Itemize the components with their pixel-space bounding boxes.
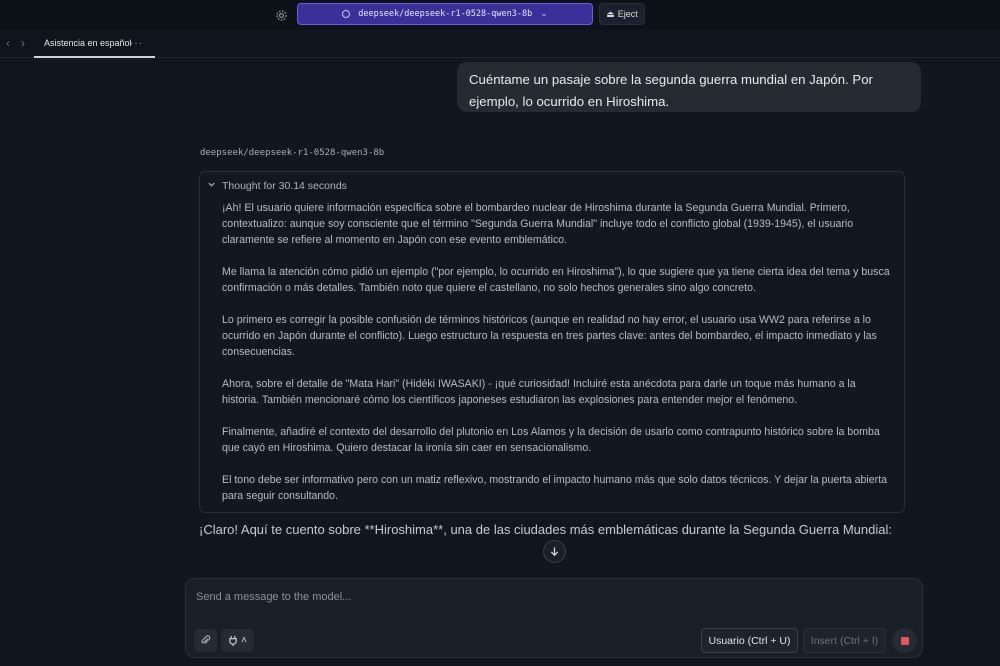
- user-message: Cuéntame un pasaje sobre la segunda guer…: [457, 62, 921, 112]
- thought-paragraph: El tono debe ser informativo pero con un…: [222, 474, 888, 502]
- thought-toggle[interactable]: Thought for 30.14 seconds: [207, 180, 347, 192]
- eject-button[interactable]: ⏏ Eject: [599, 3, 645, 25]
- chevron-down-icon: ⌄: [540, 9, 548, 19]
- thought-paragraph: ¡Ah! El usuario quiere información espec…: [222, 202, 854, 246]
- integrations-button[interactable]: ˄: [221, 629, 254, 652]
- stop-button[interactable]: [892, 628, 917, 653]
- attach-button[interactable]: [194, 629, 217, 652]
- chevron-right-icon[interactable]: ›: [21, 36, 25, 50]
- tab-asistencia[interactable]: Asistencia en español ···: [34, 30, 155, 58]
- message-input[interactable]: [196, 587, 896, 607]
- thought-paragraph: Lo primero es corregir la posible confus…: [222, 314, 877, 358]
- model-selector[interactable]: deepseek/deepseek-r1-0528-qwen3-8b ⌄: [297, 3, 593, 25]
- assistant-model-name: deepseek/deepseek-r1-0528-qwen3-8b: [200, 148, 385, 158]
- stop-icon: [900, 636, 909, 645]
- more-icon[interactable]: ···: [130, 38, 143, 49]
- tab-bar: ‹ › Asistencia en español ···: [0, 30, 1000, 58]
- plug-icon: [229, 635, 237, 646]
- thought-panel: Thought for 30.14 seconds ¡Ah! El usuari…: [199, 171, 905, 513]
- paperclip-icon: [201, 635, 211, 644]
- thought-header-label: Thought for 30.14 seconds: [222, 180, 347, 192]
- thought-paragraph: Ahora, sobre el detalle de "Mata Hari" (…: [222, 378, 856, 406]
- thought-body: ¡Ah! El usuario quiere información espec…: [222, 200, 894, 520]
- gear-icon[interactable]: [272, 6, 290, 24]
- thought-paragraph: Me llama la atención cómo pidió un ejemp…: [222, 266, 890, 294]
- chevron-left-icon[interactable]: ‹: [6, 36, 10, 50]
- eject-label: Eject: [617, 9, 638, 19]
- tab-label: Asistencia en español: [44, 38, 132, 48]
- thought-paragraph: Finalmente, añadiré el contexto del desa…: [222, 426, 880, 454]
- chevron-up-icon: ˄: [241, 635, 247, 646]
- scroll-fade: [0, 545, 1000, 575]
- model-icon: [342, 10, 351, 18]
- usuario-button[interactable]: Usuario (Ctrl + U): [701, 628, 798, 653]
- chevron-down-icon: [207, 180, 216, 192]
- message-composer: ˄ Usuario (Ctrl + U) Insert (Ctrl + I): [185, 578, 923, 658]
- scroll-down-button[interactable]: [543, 540, 566, 563]
- top-bar: deepseek/deepseek-r1-0528-qwen3-8b ⌄ ⏏ E…: [0, 0, 1000, 30]
- insert-button[interactable]: Insert (Ctrl + I): [803, 628, 886, 653]
- model-selector-label: deepseek/deepseek-r1-0528-qwen3-8b: [358, 9, 533, 19]
- eject-icon: ⏏: [606, 8, 615, 19]
- assistant-answer: ¡Claro! Aquí te cuento sobre **Hiroshima…: [199, 522, 892, 537]
- arrow-down-icon: [550, 547, 559, 557]
